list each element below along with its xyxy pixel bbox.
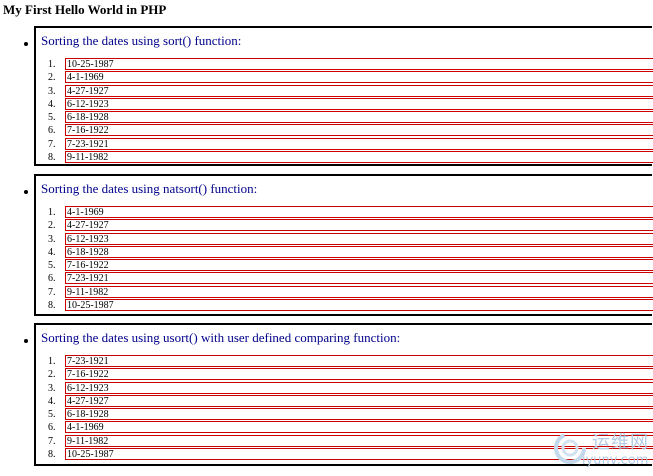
date-value: 6-12-1923 <box>65 97 653 110</box>
watermark-text-cn: 运维网 <box>592 432 649 453</box>
item-number: 5. <box>48 409 56 420</box>
date-value: 7-16-1922 <box>65 368 653 381</box>
item-number: 7. <box>48 138 56 150</box>
date-value: 10-25-1987 <box>65 298 653 311</box>
watermark-text-en: iyunv.com <box>582 453 649 468</box>
date-value: 4-27-1927 <box>65 219 653 232</box>
section-natsort: Sorting the dates using natsort() functi… <box>34 174 653 316</box>
item-number: 3. <box>48 85 56 97</box>
item-number: 1. <box>48 59 56 70</box>
watermark: 运维网 iyunv.com <box>548 426 653 474</box>
section-sort: Sorting the dates using sort() function:… <box>34 26 653 166</box>
item-number: 2. <box>48 369 56 381</box>
date-value: 7-23-1921 <box>65 137 653 150</box>
date-value: 6-18-1928 <box>65 111 653 123</box>
date-value: 10-25-1987 <box>65 58 653 70</box>
list-bullet <box>24 42 28 46</box>
item-number: 4. <box>48 395 56 407</box>
date-value: 4-1-1969 <box>65 206 653 218</box>
date-value: 4-1-1969 <box>65 71 653 84</box>
item-number: 8. <box>48 299 56 311</box>
section-heading: Sorting the dates using sort() function: <box>41 33 242 48</box>
list-bullet <box>24 190 28 194</box>
item-number: 1. <box>48 207 56 218</box>
date-value: 9-11-1982 <box>65 285 653 298</box>
item-number: 2. <box>48 220 56 232</box>
item-number: 3. <box>48 233 56 245</box>
item-number: 6. <box>48 125 56 137</box>
date-value: 6-12-1923 <box>65 232 653 245</box>
section-heading: Sorting the dates using natsort() functi… <box>41 181 258 196</box>
item-number: 4. <box>48 98 56 110</box>
item-number: 8. <box>48 448 56 460</box>
date-value: 7-16-1922 <box>65 259 653 271</box>
item-number: 7. <box>48 286 56 298</box>
item-number: 3. <box>48 382 56 394</box>
date-value: 9-11-1982 <box>65 150 653 163</box>
date-value: 6-18-1928 <box>65 245 653 258</box>
item-number: 6. <box>48 273 56 285</box>
item-number: 8. <box>48 151 56 163</box>
list-bullet <box>24 339 28 343</box>
date-value: 6-18-1928 <box>65 408 653 420</box>
date-value: 7-23-1921 <box>65 355 653 367</box>
item-number: 5. <box>48 112 56 123</box>
date-value: 7-16-1922 <box>65 124 653 137</box>
item-number: 5. <box>48 260 56 271</box>
item-number: 7. <box>48 435 56 447</box>
item-number: 4. <box>48 246 56 258</box>
item-number: 1. <box>48 356 56 367</box>
item-number: 2. <box>48 72 56 84</box>
page-title: My First Hello World in PHP <box>3 2 167 17</box>
item-number: 6. <box>48 422 56 434</box>
date-value: 4-27-1927 <box>65 394 653 407</box>
date-value: 7-23-1921 <box>65 272 653 285</box>
date-value: 6-12-1923 <box>65 381 653 394</box>
section-heading: Sorting the dates using usort() with use… <box>41 330 401 345</box>
date-value: 4-27-1927 <box>65 84 653 97</box>
